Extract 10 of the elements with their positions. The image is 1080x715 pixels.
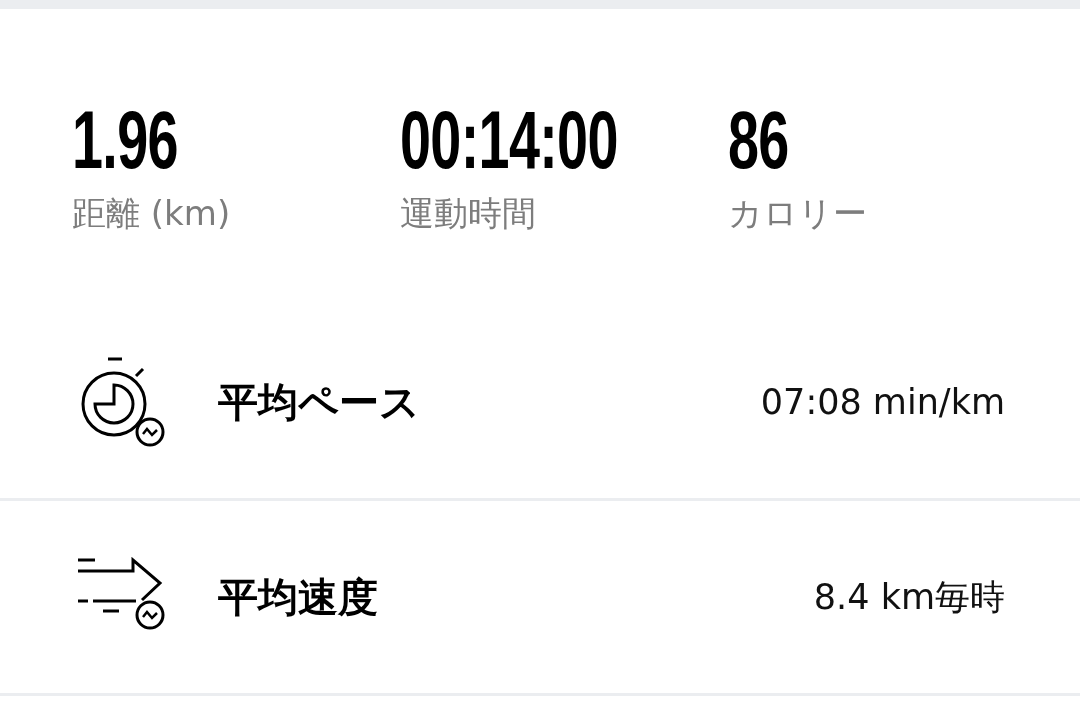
stat-value: 1.96	[72, 105, 178, 175]
stat-value: 86	[728, 105, 789, 175]
stat-label: カロリー	[728, 192, 867, 235]
stat-label: 距離 (km)	[72, 192, 231, 235]
stat-label: 運動時間	[400, 192, 536, 235]
metric-value: 8.4 km毎時	[813, 576, 1005, 619]
metric-label: 平均速度	[218, 573, 378, 622]
metric-value: 07:08 min/km	[760, 381, 1005, 424]
metric-label: 平均ペース	[218, 378, 420, 427]
stat-value: 00:14:00	[400, 105, 618, 175]
